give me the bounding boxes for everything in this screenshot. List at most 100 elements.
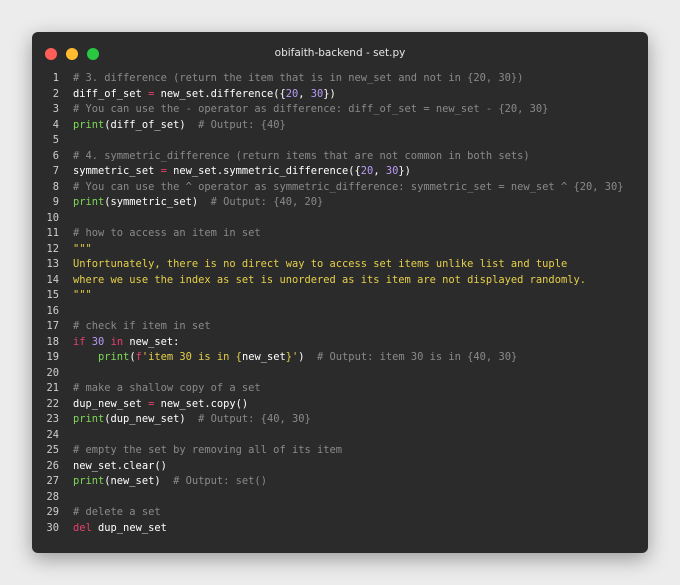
code-text: Unfortunately, there is no direct way to… xyxy=(73,257,567,273)
code-line: 10 xyxy=(32,211,648,227)
code-token: # Output: {40, 30} xyxy=(198,413,311,425)
code-token: , xyxy=(298,87,311,100)
line-number: 15 xyxy=(46,289,59,301)
code-line: 11 # how to access an item in set xyxy=(32,226,648,242)
code-token: (new_set) xyxy=(104,475,174,487)
code-line: 19 print(f'item 30 is in {new_set}') # O… xyxy=(32,350,648,366)
code-text: print(f'item 30 is in {new_set}') # Outp… xyxy=(73,350,517,366)
code-token: (symmetric_set) xyxy=(104,196,211,208)
code-token: new_set: xyxy=(123,335,180,348)
code-token: symmetric_set xyxy=(73,165,161,177)
line-number: 27 xyxy=(46,475,59,487)
code-text: print(new_set) # Output: set() xyxy=(73,474,267,490)
code-token: dup_new_set xyxy=(91,521,167,534)
code-text: # how to access an item in set xyxy=(73,226,261,242)
line-number: 29 xyxy=(46,506,59,518)
code-text: print(diff_of_set) # Output: {40} xyxy=(73,118,286,134)
code-line: 9 print(symmetric_set) # Output: {40, 20} xyxy=(32,195,648,211)
code-text: """ xyxy=(73,242,92,258)
code-text: # check if item in set xyxy=(73,319,211,335)
line-number: 18 xyxy=(46,335,59,348)
code-line: 28 xyxy=(32,490,648,506)
code-token: # delete a set xyxy=(73,506,161,518)
code-token: 30 xyxy=(385,165,399,177)
editor-window: obifaith-backend - set.py 1 # 3. differen… xyxy=(32,32,648,553)
code-token: 'item 30 is in { xyxy=(141,351,242,363)
code-token: # You can use the ^ operator as symmetri… xyxy=(73,180,624,193)
code-text: where we use the index as set is unorder… xyxy=(73,273,586,289)
code-token: 20 xyxy=(360,165,374,177)
code-token: diff_of_set xyxy=(73,87,149,100)
line-number: 7 xyxy=(52,165,59,177)
code-editor[interactable]: 1 # 3. difference (return the item that i… xyxy=(32,71,648,536)
code-token: print xyxy=(73,413,105,425)
code-token: print xyxy=(98,351,130,363)
line-number: 24 xyxy=(46,428,59,441)
line-number: 4 xyxy=(52,118,59,131)
line-number: 12 xyxy=(46,242,59,255)
code-line: 15 """ xyxy=(32,288,648,304)
code-token: }) xyxy=(398,165,411,177)
line-number: 23 xyxy=(46,413,59,425)
line-number: 21 xyxy=(46,382,59,394)
code-text: dup_new_set = new_set.copy() xyxy=(73,397,248,413)
code-line: 12 """ xyxy=(32,242,648,258)
line-number: 8 xyxy=(52,180,59,193)
line-number: 3 xyxy=(52,103,59,115)
code-line: 8 # You can use the ^ operator as symmetr… xyxy=(32,180,648,196)
code-text: del dup_new_set xyxy=(73,521,167,537)
code-token: where we use the index as set is unorder… xyxy=(73,273,586,286)
line-number: 10 xyxy=(46,211,59,224)
line-number: 11 xyxy=(46,227,59,239)
code-token: new_set.symmetric_difference({ xyxy=(166,165,361,177)
code-token: del xyxy=(73,521,92,534)
line-number: 9 xyxy=(52,196,59,208)
code-line: 4 print(diff_of_set) # Output: {40} xyxy=(32,118,648,134)
code-line: 24 xyxy=(32,428,648,444)
code-token: 30 xyxy=(310,87,324,100)
line-number: 22 xyxy=(46,397,59,410)
code-token: # Output: {40, 20} xyxy=(210,196,324,208)
line-number: 6 xyxy=(52,149,59,162)
code-text: if 30 in new_set: xyxy=(73,335,179,351)
code-token: # Output: item 30 is in {40, 30} xyxy=(317,351,518,363)
code-token: # Output: {40} xyxy=(198,118,286,131)
code-token: # how to access an item in set xyxy=(73,227,261,239)
code-line: 22 dup_new_set = new_set.copy() xyxy=(32,397,648,413)
code-text: # 3. difference (return the item that is… xyxy=(73,71,523,87)
code-token: 20 xyxy=(285,87,299,100)
code-token: """ xyxy=(73,289,92,301)
code-token: # make a shallow copy of a set xyxy=(73,382,261,394)
code-line: 13 Unfortunately, there is no direct way … xyxy=(32,257,648,273)
code-text: print(symmetric_set) # Output: {40, 20} xyxy=(73,195,323,211)
code-token: # 3. difference (return the item that is… xyxy=(73,72,524,84)
code-token: print xyxy=(73,196,105,208)
code-line: 30 del dup_new_set xyxy=(32,521,648,537)
title-bar: obifaith-backend - set.py xyxy=(32,32,648,68)
code-token: 30 xyxy=(91,335,105,348)
code-token: if xyxy=(73,335,86,348)
line-number: 28 xyxy=(46,490,59,503)
code-token: ) xyxy=(298,351,318,363)
code-line: 26 new_set.clear() xyxy=(32,459,648,475)
code-line: 21 # make a shallow copy of a set xyxy=(32,381,648,397)
code-line: 3 # You can use the - operator as differe… xyxy=(32,102,648,118)
code-token: # check if item in set xyxy=(73,320,211,332)
line-number: 30 xyxy=(46,521,59,534)
code-text: # empty the set by removing all of its i… xyxy=(73,443,342,459)
code-token: new_set xyxy=(241,351,286,363)
code-token: # 4. symmetric_difference (return items … xyxy=(73,149,530,162)
code-token: new_set.copy() xyxy=(154,397,249,410)
line-number: 19 xyxy=(46,351,59,363)
code-line: 7 symmetric_set = new_set.symmetric_diffe… xyxy=(32,164,648,180)
code-text: # You can use the ^ operator as symmetri… xyxy=(73,180,624,196)
code-token: }) xyxy=(323,87,336,100)
code-token: in xyxy=(110,335,124,348)
code-text: new_set.clear() xyxy=(73,459,167,475)
code-line: 5 xyxy=(32,133,648,149)
line-number: 25 xyxy=(46,444,59,456)
code-text: # delete a set xyxy=(73,505,161,521)
line-number: 26 xyxy=(46,459,59,472)
line-number: 14 xyxy=(46,273,59,286)
